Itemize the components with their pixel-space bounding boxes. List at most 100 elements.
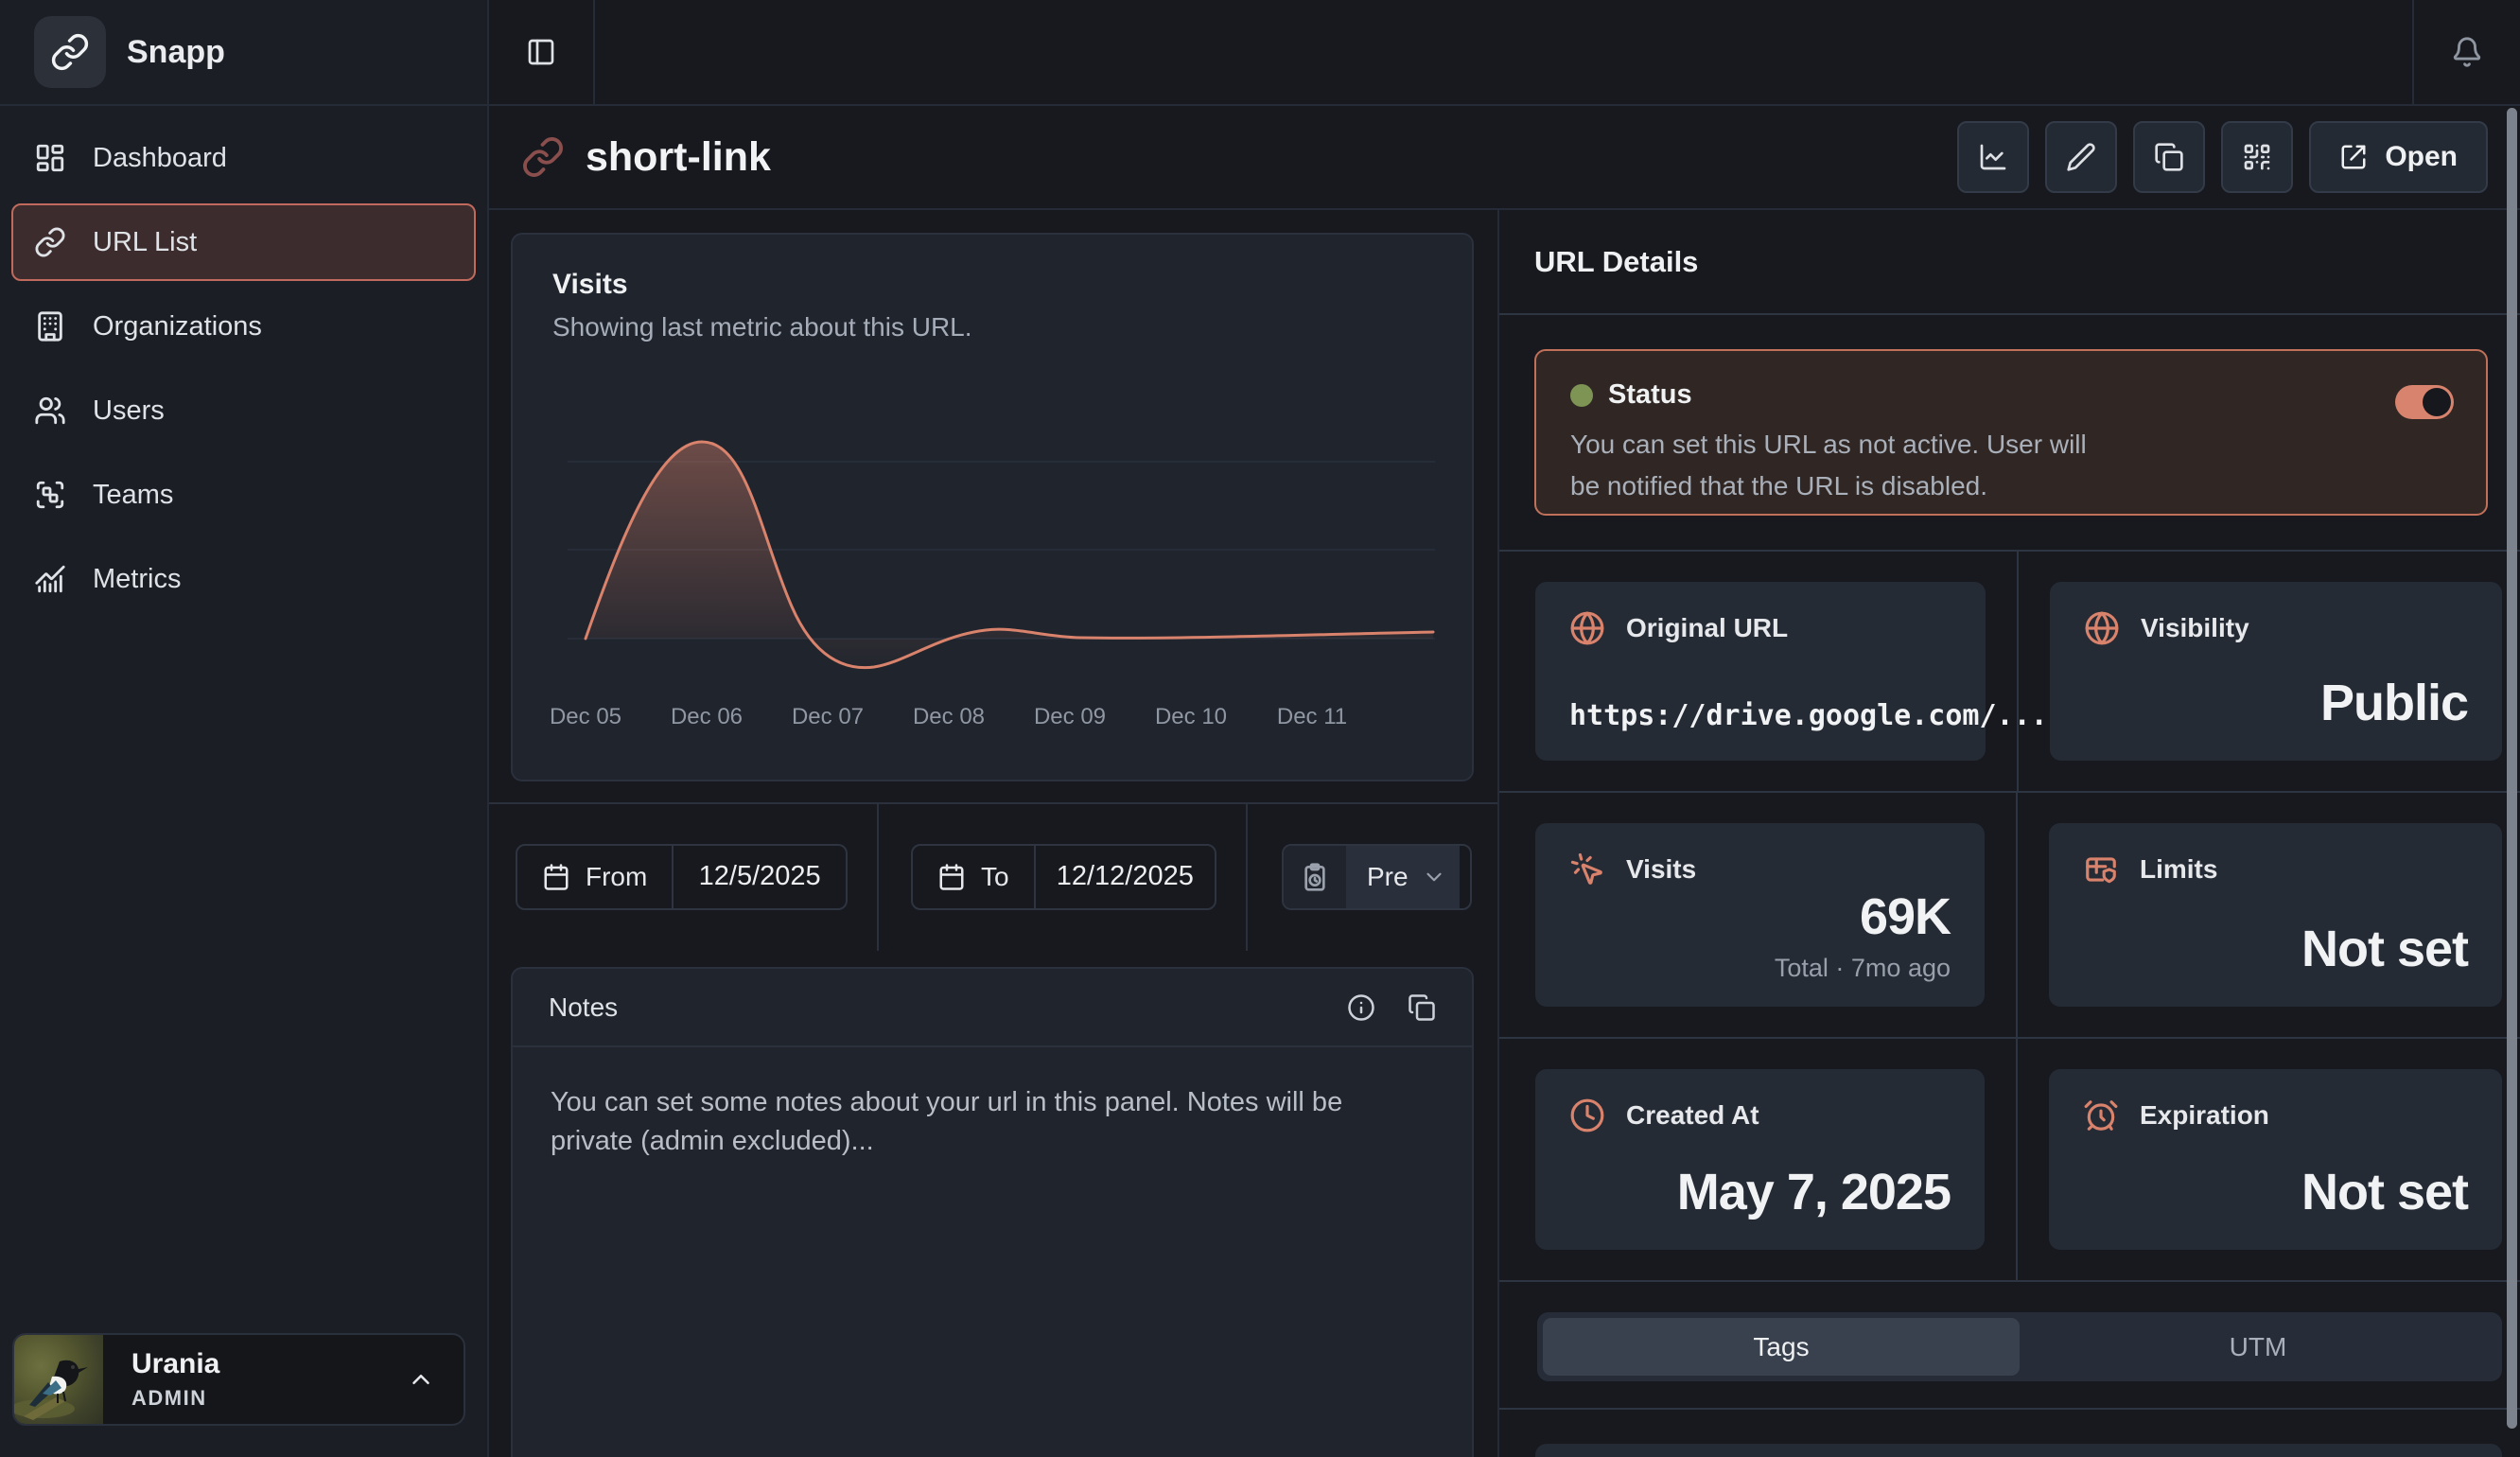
sidebar-toggle-zone (489, 0, 595, 104)
sidebar-item-label: URL List (93, 227, 197, 258)
sidebar-item-label: Dashboard (93, 143, 227, 174)
app-root: Snapp Dashboard (0, 0, 2520, 1457)
limits-value: Not set (2301, 920, 2468, 978)
open-button[interactable]: Open (2309, 121, 2488, 193)
details-row-3: Created At May 7, 2025 Expiration Not se… (1499, 1039, 2520, 1282)
visits-panel-subtitle: Showing last metric about this URL. (513, 301, 1472, 342)
sidebar-item-dashboard[interactable]: Dashboard (11, 119, 476, 197)
original-url-value[interactable]: https://drive.google.com/... (1569, 699, 2048, 732)
card-title: Original URL (1626, 613, 1788, 643)
external-link-icon (2339, 143, 2368, 171)
to-date-picker[interactable]: To 12/12/2025 (911, 844, 1216, 910)
created-at-value: May 7, 2025 (1677, 1163, 1951, 1221)
visits-sub: Total · 7mo ago (1775, 954, 1951, 983)
x-tick: Dec 08 (888, 704, 1009, 730)
copy-icon[interactable] (1408, 993, 1436, 1022)
card-title: Visibility (2141, 613, 2249, 643)
from-date-picker[interactable]: From 12/5/2025 (516, 844, 848, 910)
to-date-value[interactable]: 12/12/2025 (1036, 846, 1215, 908)
from-date-value[interactable]: 12/5/2025 (674, 846, 846, 908)
card-title: Visits (1626, 854, 1696, 885)
page-header: short-link Open (489, 106, 2520, 210)
group-icon (34, 479, 66, 511)
sidebar-item-label: Organizations (93, 311, 262, 342)
visits-value: 69K (1860, 887, 1951, 946)
visits-card: Visits 69K Total · 7mo ago (1535, 823, 1985, 1007)
details-row-2: Visits 69K Total · 7mo ago Limits Not se… (1499, 793, 2520, 1039)
x-tick: Dec 07 (767, 704, 888, 730)
globe-icon (2084, 610, 2120, 646)
x-tick: Dec 06 (646, 704, 767, 730)
x-tick: Dec 11 (1251, 704, 1373, 730)
copy-icon (2154, 142, 2184, 172)
open-button-label: Open (2385, 141, 2458, 173)
sidebar-item-users[interactable]: Users (11, 372, 476, 449)
panel-left-icon[interactable] (526, 37, 556, 67)
card-title: Limits (2140, 854, 2217, 885)
visibility-card: Visibility Public (2050, 582, 2502, 761)
vertical-scrollbar[interactable] (2507, 108, 2517, 1429)
url-details-title: URL Details (1534, 245, 1698, 279)
qr-code-button[interactable] (2221, 121, 2293, 193)
alarm-clock-icon (2083, 1097, 2119, 1133)
tab-utm[interactable]: UTM (2020, 1318, 2496, 1376)
preset-select[interactable]: Pre (1282, 844, 1472, 910)
chevron-down-icon (1422, 865, 1446, 889)
created-at-card: Created At May 7, 2025 (1535, 1069, 1985, 1250)
sidebar-nav: Dashboard URL List Organizations Users (0, 106, 487, 638)
chevron-up-icon (407, 1365, 435, 1394)
users-icon (34, 395, 66, 427)
user-menu[interactable]: Urania ADMIN (12, 1333, 465, 1426)
sidebar-item-metrics[interactable]: Metrics (11, 540, 476, 618)
tags-utm-tabs-row: Tags UTM (1499, 1282, 2520, 1410)
notes-textarea[interactable]: You can set some notes about your url in… (513, 1047, 1440, 1197)
layout-dashboard-icon (34, 142, 66, 174)
sidebar: Dashboard URL List Organizations Users (0, 106, 489, 1457)
copy-button[interactable] (2133, 121, 2205, 193)
status-toggle[interactable] (2395, 385, 2454, 419)
visits-panel-title: Visits (513, 235, 1472, 301)
clock-icon (1569, 1097, 1605, 1133)
user-meta: Urania ADMIN (103, 1348, 407, 1411)
sidebar-item-label: Teams (93, 480, 173, 511)
from-label: From (586, 862, 647, 892)
calendar-icon (937, 863, 966, 891)
table-shield-icon (2083, 851, 2119, 887)
sidebar-item-organizations[interactable]: Organizations (11, 288, 476, 365)
link-icon (521, 135, 565, 179)
status-section: Status You can set this URL as not activ… (1499, 315, 2520, 552)
link-icon (34, 226, 66, 258)
building-icon (34, 310, 66, 342)
page-title: short-link (586, 134, 771, 181)
user-name: Urania (131, 1348, 407, 1380)
status-label: Status (1608, 379, 1692, 411)
avatar (14, 1335, 103, 1424)
app-logo (34, 16, 106, 88)
details-row-1: Original URL https://drive.google.com/..… (1499, 552, 2520, 793)
pencil-icon (2066, 142, 2096, 172)
calendar-icon (542, 863, 570, 891)
topbar: Snapp (0, 0, 2520, 106)
edit-button[interactable] (2045, 121, 2117, 193)
sidebar-item-teams[interactable]: Teams (11, 456, 476, 534)
visibility-value: Public (2320, 674, 2468, 732)
analytics-button[interactable] (1957, 121, 2029, 193)
chart-combined-icon (34, 563, 66, 595)
date-filter-row: From 12/5/2025 To 12/12/2025 (489, 802, 1497, 951)
info-icon[interactable] (1347, 993, 1375, 1022)
to-date-section: To 12/12/2025 (879, 802, 1248, 951)
x-axis-labels: Dec 05 Dec 06 Dec 07 Dec 08 Dec 09 Dec 1… (525, 704, 1472, 730)
status-indicator-dot (1570, 384, 1593, 407)
x-tick: Dec 05 (525, 704, 646, 730)
brand-name: Snapp (127, 34, 225, 71)
tabbar: Tags UTM (1537, 1312, 2502, 1381)
tab-tags[interactable]: Tags (1543, 1318, 2020, 1376)
from-date-section: From 12/5/2025 (489, 802, 879, 951)
bell-icon[interactable] (2451, 36, 2483, 68)
x-tick: Dec 10 (1130, 704, 1251, 730)
user-role: ADMIN (131, 1386, 407, 1411)
card-title: Created At (1626, 1100, 1759, 1131)
sidebar-item-label: Metrics (93, 564, 181, 595)
sidebar-item-url-list[interactable]: URL List (11, 203, 476, 281)
mouse-pointer-click-icon (1569, 851, 1605, 887)
